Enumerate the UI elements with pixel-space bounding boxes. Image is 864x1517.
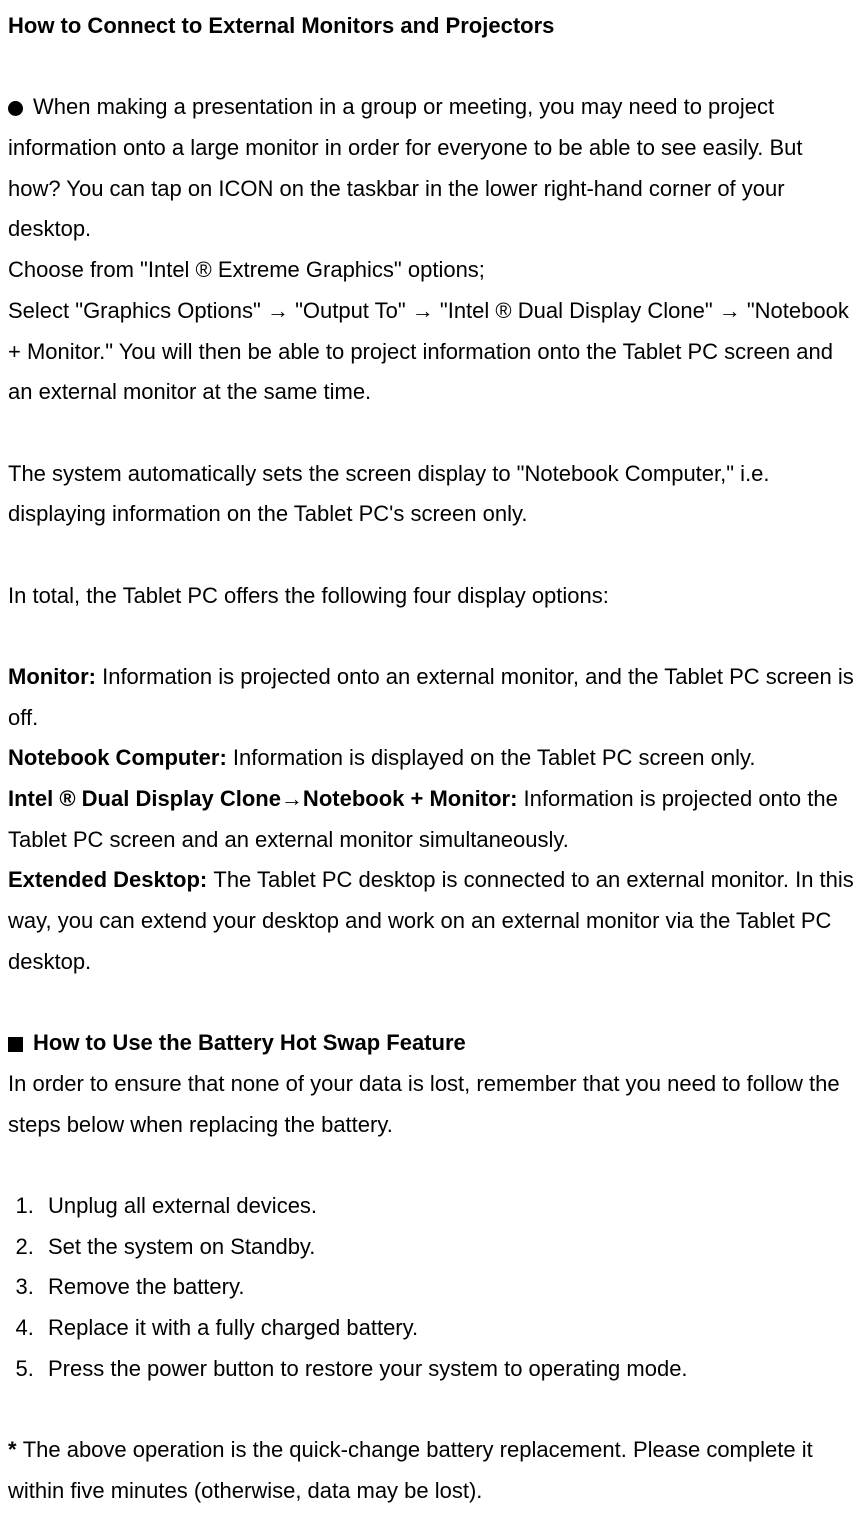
option-monitor: Monitor: Information is projected onto a…: [8, 657, 856, 738]
battery-intro: In order to ensure that none of your dat…: [8, 1064, 856, 1145]
list-item: Unplug all external devices.: [40, 1186, 856, 1227]
battery-title-text: How to Use the Battery Hot Swap Feature: [33, 1030, 466, 1055]
option-label: Monitor:: [8, 664, 102, 689]
note-star: *: [8, 1437, 23, 1462]
footnote: * The above operation is the quick-chang…: [8, 1430, 856, 1511]
list-item: Set the system on Standby.: [40, 1227, 856, 1268]
option-dual-clone: Intel ® Dual Display Clone→Notebook + Mo…: [8, 779, 856, 860]
bullet-square-icon: [8, 1037, 23, 1052]
battery-steps-list: Unplug all external devices. Set the sys…: [8, 1186, 856, 1389]
option-notebook: Notebook Computer: Information is displa…: [8, 738, 856, 779]
list-item: Replace it with a fully charged battery.: [40, 1308, 856, 1349]
intro-text: When making a presentation in a group or…: [8, 94, 802, 241]
option-text: Information is displayed on the Tablet P…: [233, 745, 756, 770]
note-text: The above operation is the quick-change …: [8, 1437, 813, 1503]
total-options-line: In total, the Tablet PC offers the follo…: [8, 576, 856, 617]
bullet-circle-icon: [8, 101, 23, 116]
intro-paragraph: When making a presentation in a group or…: [8, 87, 856, 250]
choose-line: Choose from "Intel ® Extreme Graphics" o…: [8, 250, 856, 291]
option-label: Intel ® Dual Display Clone→Notebook + Mo…: [8, 786, 524, 811]
auto-set-line: The system automatically sets the screen…: [8, 454, 856, 535]
select-line: Select "Graphics Options" → "Output To" …: [8, 291, 856, 413]
option-extended: Extended Desktop: The Tablet PC desktop …: [8, 860, 856, 982]
option-text: Information is projected onto an externa…: [8, 664, 854, 730]
page-heading: How to Connect to External Monitors and …: [8, 6, 856, 47]
battery-heading: How to Use the Battery Hot Swap Feature: [8, 1023, 856, 1064]
list-item: Press the power button to restore your s…: [40, 1349, 856, 1390]
option-label: Notebook Computer:: [8, 745, 233, 770]
option-label: Extended Desktop:: [8, 867, 213, 892]
list-item: Remove the battery.: [40, 1267, 856, 1308]
